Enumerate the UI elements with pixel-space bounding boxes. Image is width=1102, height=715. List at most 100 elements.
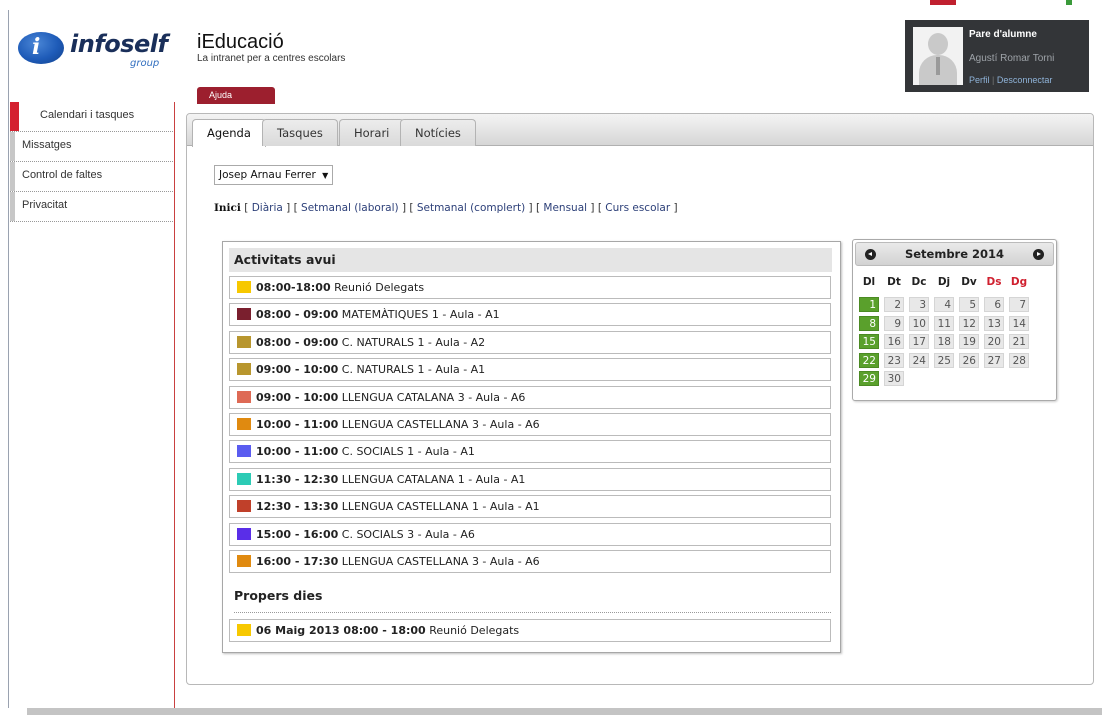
activity-row[interactable]: 10:00 - 11:00 C. SOCIALS 1 - Aula - A1: [229, 440, 831, 464]
calendar-day[interactable]: 19: [959, 334, 979, 349]
calendar-day[interactable]: 9: [884, 315, 904, 331]
calendar-day[interactable]: 23: [884, 352, 904, 368]
calendar-day[interactable]: 14: [1009, 315, 1029, 331]
activity-row[interactable]: 16:00 - 17:30 LLENGUA CASTELLANA 3 - Aul…: [229, 550, 831, 573]
view-links: Inici [ Diària ] [ Setmanal (laboral) ] …: [214, 202, 678, 214]
user-name: Agustí Romar Torni: [969, 53, 1055, 64]
calendar-day[interactable]: 29: [859, 371, 879, 386]
calendar-day[interactable]: 30: [884, 371, 904, 386]
calendar-day[interactable]: 20: [984, 334, 1004, 349]
sidebar-item-marker: [10, 132, 15, 161]
activity-row[interactable]: 11:30 - 12:30 LLENGUA CATALANA 1 - Aula …: [229, 467, 831, 491]
activity-row[interactable]: 08:00 - 09:00 C. NATURALS 1 - Aula - A2: [229, 330, 831, 354]
activity-color-swatch: [237, 445, 251, 458]
view-link[interactable]: Diària: [252, 202, 283, 214]
calendar-day[interactable]: 4: [934, 297, 954, 312]
today-heading: Activitats avui: [229, 248, 832, 272]
activity-text: MATEMÀTIQUES 1 - Aula - A1: [341, 308, 500, 322]
calendar-day[interactable]: 5: [959, 297, 979, 312]
tab-2[interactable]: Horari: [339, 119, 405, 146]
student-select[interactable]: Josep Arnau Ferrer ▼: [214, 165, 334, 185]
sidebar-item-marker: [10, 162, 15, 191]
activity-row[interactable]: 12:30 - 13:30 LLENGUA CASTELLANA 1 - Aul…: [229, 495, 831, 519]
activity-row[interactable]: 09:00 - 10:00 LLENGUA CATALANA 3 - Aula …: [229, 385, 831, 409]
next-month-icon[interactable]: [1033, 249, 1044, 260]
activity-text: LLENGUA CATALANA 3 - Aula - A6: [341, 390, 526, 404]
view-link[interactable]: Mensual: [543, 202, 587, 214]
view-separator: ] [: [401, 202, 414, 214]
activity-time: 09:00 - 10:00: [256, 390, 339, 404]
activity-text: C. NATURALS 1 - Aula - A2: [341, 335, 486, 349]
activity-time: 10:00 - 11:00: [256, 445, 339, 459]
sidebar-item[interactable]: Control de faltes: [10, 162, 175, 192]
user-links: Perfil | Desconnectar: [969, 75, 1052, 85]
calendar-day[interactable]: 18: [934, 334, 954, 349]
calendar-day[interactable]: 28: [1009, 352, 1029, 368]
activity-color-swatch: [237, 418, 251, 430]
view-link[interactable]: Curs escolar: [605, 202, 670, 214]
main-panel: Agenda Tasques Horari Notícies Josep Arnau …: [186, 113, 1094, 685]
calendar-day[interactable]: 3: [909, 297, 929, 312]
tab-1[interactable]: Tasques: [262, 119, 338, 146]
calendar-day[interactable]: 11: [934, 315, 954, 331]
activity-row[interactable]: 06 Maig 2013 08:00 - 18:00 Reunió Delega…: [229, 619, 831, 642]
tab-3[interactable]: Notícies: [400, 119, 476, 146]
activity-text: LLENGUA CASTELLANA 3 - Aula - A6: [341, 418, 540, 431]
calendar-day[interactable]: 26: [959, 352, 979, 368]
calendar-day[interactable]: 1: [859, 297, 879, 312]
calendar-day[interactable]: 10: [909, 315, 929, 331]
logout-link[interactable]: Desconnectar: [997, 75, 1053, 85]
activity-row[interactable]: 08:00 - 09:00 MATEMÀTIQUES 1 - Aula - A1: [229, 303, 831, 327]
calendar-day[interactable]: 12: [959, 315, 979, 331]
tab-0[interactable]: Agenda: [192, 119, 266, 147]
sidebar-item-label: Control de faltes: [22, 169, 103, 181]
calendar-day[interactable]: 27: [984, 352, 1004, 368]
activity-time: 08:00 - 09:00: [256, 335, 339, 349]
activity-color-swatch: [237, 308, 251, 321]
calendar-day[interactable]: 8: [859, 315, 879, 331]
activity-text: LLENGUA CATALANA 1 - Aula - A1: [341, 472, 526, 486]
activity-row[interactable]: 08:00-18:00 Reunió Delegats: [229, 276, 831, 299]
calendar-day[interactable]: 21: [1009, 334, 1029, 349]
chevron-down-icon: ▼: [322, 171, 329, 180]
sidebar-divider: [174, 102, 175, 708]
profile-link[interactable]: Perfil: [969, 75, 990, 85]
sidebar-item-marker: [10, 102, 19, 131]
calendar-day[interactable]: 17: [909, 334, 929, 349]
view-current: Inici: [214, 202, 241, 214]
weekday-label: Dv: [961, 276, 977, 288]
activity-color-swatch: [237, 390, 251, 403]
activity-time: 12:30 - 13:30: [256, 500, 339, 514]
activity-time: 10:00 - 11:00: [256, 418, 339, 431]
bottom-scrollbar[interactable]: [27, 708, 1102, 715]
activity-text: C. SOCIALS 3 - Aula - A6: [341, 527, 475, 541]
sidebar-item[interactable]: Privacitat: [10, 192, 175, 222]
clipped-banner-red-mark: [930, 0, 956, 5]
sidebar-item[interactable]: Missatges: [10, 132, 175, 162]
calendar-day[interactable]: 22: [859, 352, 879, 368]
view-link[interactable]: Setmanal (laboral): [301, 202, 399, 214]
calendar-day[interactable]: 13: [984, 315, 1004, 331]
tab-strip: Agenda Tasques Horari Notícies: [187, 114, 1093, 147]
activity-time: 08:00 - 09:00: [256, 308, 339, 322]
activity-row[interactable]: 15:00 - 16:00 C. SOCIALS 3 - Aula - A6: [229, 522, 831, 546]
view-separator: ] [: [528, 202, 541, 214]
help-button[interactable]: Ajuda: [197, 87, 275, 104]
page-left-rule: [8, 10, 9, 708]
activity-row[interactable]: 10:00 - 11:00 LLENGUA CASTELLANA 3 - Aul…: [229, 413, 831, 436]
sidebar-item[interactable]: Calendari i tasques: [10, 102, 175, 132]
calendar-day[interactable]: 25: [934, 352, 954, 368]
avatar-tie: [936, 57, 940, 75]
view-bracket-open: [: [244, 202, 249, 214]
calendar-day[interactable]: 15: [859, 334, 879, 349]
calendar-header: Setembre 2014: [855, 242, 1054, 266]
calendar-day[interactable]: 7: [1009, 297, 1029, 312]
calendar-day[interactable]: 2: [884, 297, 904, 312]
activity-row[interactable]: 09:00 - 10:00 C. NATURALS 1 - Aula - A1: [229, 358, 831, 382]
view-link[interactable]: Setmanal (complert): [417, 202, 525, 214]
infoself-logo[interactable]: i infoself group: [18, 24, 178, 74]
calendar-day[interactable]: 24: [909, 352, 929, 368]
calendar-day[interactable]: 16: [884, 334, 904, 349]
weekday-label: Dg: [1010, 276, 1028, 288]
calendar-day[interactable]: 6: [984, 297, 1004, 312]
